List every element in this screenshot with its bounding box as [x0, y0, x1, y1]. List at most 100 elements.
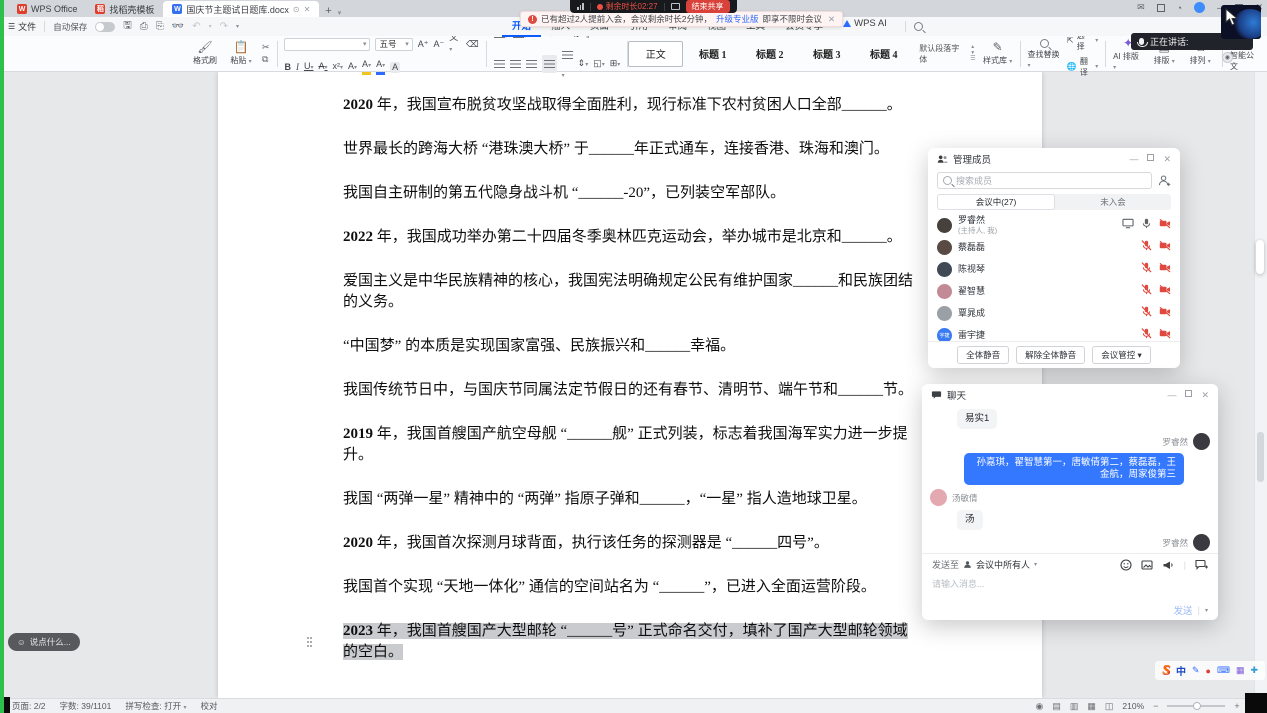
font-name-combo[interactable]: ▾	[284, 38, 370, 51]
hide-video-icon[interactable]: ◉	[1222, 52, 1233, 63]
send-to-chevron-icon[interactable]: ▾	[1034, 561, 1037, 568]
zoom-in-icon[interactable]: +	[1234, 701, 1239, 711]
image-upload-icon[interactable]	[1141, 559, 1153, 571]
member-search-input[interactable]: 搜索成员	[937, 172, 1152, 189]
member-row[interactable]: 罗睿然(主持人, 我)	[937, 214, 1171, 236]
document-paragraph[interactable]: 我国首个实现 “天地一体化” 通信的空间站名为 “______”，已进入全面运营…	[343, 577, 918, 598]
camera-off-icon[interactable]	[1159, 238, 1171, 256]
ime-more-icon[interactable]: ✚	[1250, 665, 1258, 676]
translate-button[interactable]: 🌐翻译▾	[1067, 56, 1098, 78]
account-avatar[interactable]	[1194, 2, 1205, 13]
new-tab-button[interactable]: +	[325, 5, 331, 17]
decrease-font-icon[interactable]: A⁻	[434, 39, 445, 50]
mic-on-icon[interactable]	[1141, 216, 1152, 234]
style-item[interactable]: 标题 1	[685, 41, 740, 67]
cut-icon[interactable]: ✂	[262, 43, 270, 52]
member-row[interactable]: 陈视琴	[937, 258, 1171, 280]
underline-button[interactable]: U▾	[304, 61, 314, 74]
spell-check-status[interactable]: 拼写检查: 打开 ▾	[125, 700, 186, 712]
end-share-button[interactable]: 结束共享	[686, 0, 730, 13]
document-paragraph[interactable]: “中国梦” 的本质是实现国家富强、民族振兴和______幸福。	[343, 336, 918, 357]
character-shading-button[interactable]: A	[390, 62, 400, 73]
meeting-control-button[interactable]: 会议管控 ▾	[1092, 346, 1151, 364]
mic-muted-icon[interactable]	[1141, 282, 1152, 300]
chat-settings-icon[interactable]	[1195, 559, 1208, 571]
announcement-icon[interactable]	[1162, 559, 1175, 571]
ime-keyboard-icon[interactable]: ⌨	[1217, 665, 1230, 676]
strikethrough-button[interactable]: A▾	[318, 61, 327, 74]
font-size-combo[interactable]: 五号▾	[375, 38, 412, 51]
member-row[interactable]: 蔡磊磊	[937, 236, 1171, 258]
word-count[interactable]: 字数: 39/1101	[60, 700, 112, 712]
align-right-icon[interactable]	[526, 55, 537, 73]
justify-icon[interactable]	[542, 55, 557, 73]
member-row[interactable]: 覃晁成	[937, 302, 1171, 324]
emoji-icon[interactable]	[1120, 559, 1132, 571]
bold-button[interactable]: B	[284, 62, 291, 73]
style-item[interactable]: 标题 4	[856, 41, 911, 67]
style-library-button[interactable]: ✎样式库 ▾	[983, 41, 1013, 66]
line-spacing-icon[interactable]: ⇕▾	[578, 58, 589, 71]
send-button[interactable]: 发送	[1174, 603, 1193, 617]
camera-off-icon[interactable]	[1159, 216, 1171, 234]
tab-pin-icon[interactable]: ⊙	[293, 5, 300, 14]
print-icon[interactable]: ⎘	[156, 21, 164, 32]
members-close-icon[interactable]: ✕	[1163, 154, 1171, 165]
vertical-scrollbar-rail[interactable]	[1254, 72, 1267, 698]
screen-share-icon[interactable]	[1122, 216, 1134, 234]
mic-muted-icon[interactable]	[1141, 304, 1152, 322]
document-tab[interactable]: W国庆节主题试日题库.docx⊙✕	[163, 1, 319, 17]
notification-close-icon[interactable]: ✕	[828, 14, 835, 25]
document-page[interactable]: 2020 年，我国宣布脱贫攻坚战取得全面胜利，现行标准下农村贫困人口全部____…	[218, 72, 1042, 698]
document-paragraph[interactable]: 我国传统节日中，与国庆节同属法定节假日的还有春节、清明节、端午节和______节…	[343, 380, 918, 401]
borders-icon[interactable]: ⊞▾	[610, 58, 621, 71]
document-paragraph[interactable]: 2020 年，我国首次探测月球背面，执行该任务的探测器是 “______四号”。	[343, 533, 918, 554]
ribbon-search-icon[interactable]	[914, 22, 923, 31]
clear-format-icon[interactable]: ⌫	[466, 39, 479, 50]
font-color-button[interactable]: A▾	[376, 59, 385, 75]
member-row[interactable]: 翟智慧	[937, 280, 1171, 302]
chat-maximize-icon[interactable]	[1185, 390, 1192, 397]
page-view-icon[interactable]: ▥	[1070, 701, 1079, 712]
message-center-icon[interactable]: ✉	[1137, 2, 1145, 13]
mic-muted-icon[interactable]	[1141, 260, 1152, 278]
autosave-toggle[interactable]	[95, 22, 115, 32]
restore-window-icon[interactable]	[1157, 4, 1165, 12]
mic-muted-icon[interactable]	[1141, 238, 1152, 256]
document-tab[interactable]: 稻找稻壳模板	[86, 1, 163, 17]
add-member-icon[interactable]	[1158, 174, 1171, 187]
camera-off-icon[interactable]	[1159, 326, 1171, 341]
document-paragraph[interactable]: 2023 年，我国首艘国产大型邮轮 “______号” 正式命名交付，填补了国产…	[343, 621, 918, 663]
tab-not-joined[interactable]: 未入会	[1055, 194, 1171, 210]
document-paragraph[interactable]: 我国自主研制的第五代隐身战斗机 “______-20”，已列装空军部队。	[343, 183, 918, 204]
superscript-button[interactable]: x²▾	[333, 61, 344, 74]
collapsed-sidebar-handle[interactable]	[1256, 240, 1264, 274]
italic-button[interactable]: I	[296, 62, 299, 73]
unmute-all-button[interactable]: 解除全体静音	[1016, 346, 1085, 364]
eye-protection-icon[interactable]: ◉	[1035, 701, 1043, 712]
redo-icon[interactable]: ↷	[220, 21, 228, 32]
paste-button[interactable]: 📋粘贴 ▾	[226, 41, 256, 66]
distribute-icon[interactable]: ▾	[562, 46, 573, 82]
ime-toolbox-icon[interactable]: ▦	[1236, 665, 1245, 676]
outline-view-icon[interactable]: ◫	[1105, 701, 1114, 712]
file-menu[interactable]: ☰文件	[8, 20, 36, 33]
copy-icon[interactable]: ⧉	[262, 55, 270, 64]
phonetic-guide-button[interactable]: A▾	[348, 61, 357, 74]
ime-mic-icon[interactable]: ●	[1206, 666, 1211, 676]
find-replace-button[interactable]: 查找替换 ▾	[1028, 39, 1061, 69]
members-maximize-icon[interactable]	[1147, 154, 1154, 161]
camera-off-icon[interactable]	[1159, 282, 1171, 300]
document-tab[interactable]: WWPS Office	[8, 1, 86, 17]
document-paragraph[interactable]: 2019 年，我国首艘国产航空母舰 “______舰” 正式列装，标志着我国海军…	[343, 424, 918, 466]
document-paragraph[interactable]: 世界最长的跨海大桥 “港珠澳大桥” 于______年正式通车，连接香港、珠海和澳…	[343, 139, 918, 160]
theme-skin-icon[interactable]: ◔	[1177, 3, 1182, 13]
style-item[interactable]: 默认段落字体	[913, 41, 968, 67]
chat-input[interactable]: 请输入消息...	[932, 577, 1208, 603]
undo-icon[interactable]: ↶	[192, 21, 200, 32]
document-paragraph[interactable]: 2022 年，我国成功举办第二十四届冬季奥林匹克运动会，举办城市是北京和____…	[343, 227, 918, 248]
send-options-chevron-icon[interactable]: ▾	[1205, 607, 1208, 614]
share-window-icon[interactable]	[671, 3, 680, 10]
increase-font-icon[interactable]: A⁺	[418, 39, 429, 50]
send-to-value[interactable]: 会议中所有人	[976, 558, 1030, 571]
